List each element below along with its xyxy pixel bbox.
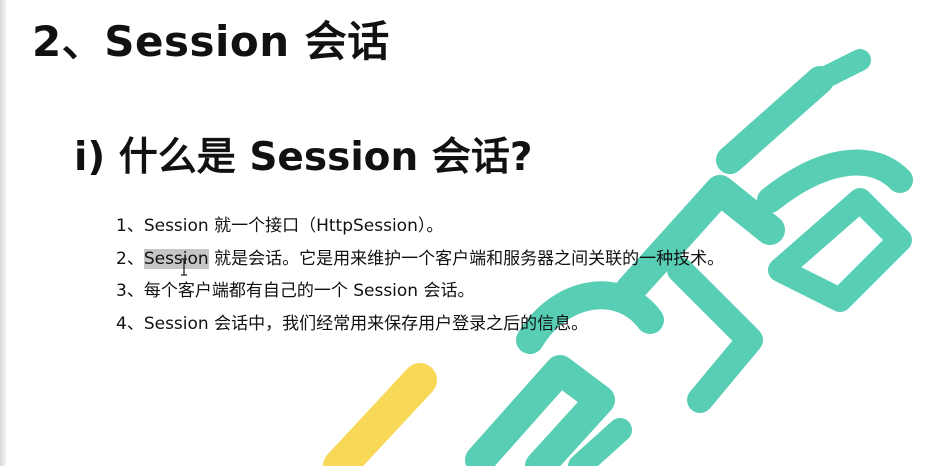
list-item: 1、Session 就一个接口（HttpSession）。 [116,216,444,236]
text-cursor-icon [181,258,187,276]
list-item-prefix: 2、 [116,248,144,269]
slide-left-border [0,0,6,466]
definition-list: 1、Session 就一个接口（HttpSession）。 2、Session … [116,210,724,340]
selected-text[interactable]: Session [143,248,209,269]
section-heading: i) 什么是 Session 会话? [74,135,533,180]
list-item: 4、Session 会话中，我们经常用来保存用户登录之后的信息。 [116,313,589,334]
list-item-text: 就是会话。它是用来维护一个客户端和服务器之间关联的一种技术。 [208,248,725,269]
list-item: 3、每个客户端都有自己的一个 Session 会话。 [116,281,475,301]
page-title: 2、Session 会话 [32,17,390,66]
list-item: 2、Session 就是会话。它是用来维护一个客户端和服务器之间关联的一种技术。 [116,243,724,276]
